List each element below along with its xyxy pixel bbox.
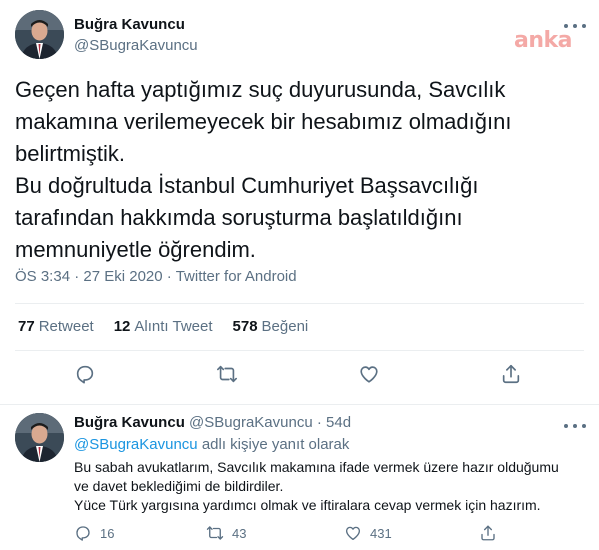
avatar[interactable] [15, 413, 64, 462]
reply-mention[interactable]: @SBugraKavuncu [74, 436, 198, 453]
tweet-text-line: tarafından hakkımda soruşturma başlatıld… [15, 205, 463, 230]
reply-icon[interactable] [74, 363, 96, 385]
reply-tweet[interactable]: Buğra Kavuncu @SBugraKavuncu · 54d @SBug… [0, 406, 599, 550]
tweet-text-line: Geçen hafta yaptığımız suç duyurusunda, … [15, 77, 506, 102]
tweet-source[interactable]: Twitter for Android [176, 268, 297, 285]
tweet-time[interactable]: ÖS 3:34 [15, 268, 70, 285]
tweet-text-line: belirtmiştik. [15, 141, 126, 166]
reply-age[interactable]: 54d [326, 414, 351, 431]
reply-reply-button[interactable]: 16 [74, 524, 114, 542]
reply-icon [76, 526, 90, 541]
retweets-count: 77 [18, 318, 35, 335]
tweet-actions [0, 363, 599, 393]
retweets-stat[interactable]: 77 Retweet [18, 318, 94, 335]
quotes-label: Alıntı Tweet [134, 318, 213, 335]
replying-to: @SBugraKavuncu adlı kişiye yanıt olarak [74, 436, 349, 453]
reply-text-line: Bu sabah avukatlarım, Savcılık makamına … [74, 459, 559, 475]
likes-count: 578 [232, 318, 258, 335]
retweet-icon[interactable] [216, 363, 238, 385]
reply-count: 16 [100, 525, 115, 541]
more-icon[interactable] [564, 420, 586, 432]
reply-separator: · [316, 414, 322, 431]
reply-author-name[interactable]: Buğra Kavuncu [74, 414, 185, 431]
tweet-stats: 77 Retweet 12 Alıntı Tweet 578 Beğeni [18, 318, 328, 335]
tweet-text-line: makamına verilemeyecek bir hesabımız olm… [15, 109, 512, 134]
tweet-text-line: Bu doğrultuda İstanbul Cumhuriyet Başsav… [15, 173, 479, 198]
reply-like-button[interactable]: 431 [344, 524, 392, 542]
retweets-label: Retweet [38, 318, 94, 335]
reply-actions: 16 43 431 [74, 524, 594, 544]
quotes-stat[interactable]: 12 Alıntı Tweet [114, 318, 213, 335]
retweet-icon [206, 526, 224, 540]
main-tweet: Buğra Kavuncu @SBugraKavuncu anka Geçen … [0, 0, 599, 405]
divider [15, 303, 584, 304]
likes-stat[interactable]: 578 Beğeni [233, 318, 309, 335]
meta-separator: · [166, 268, 172, 285]
reply-share-button[interactable] [479, 524, 505, 542]
reply-text-line: Yüce Türk yargısına yardımcı olmak ve if… [74, 497, 541, 513]
tweet-date[interactable]: 27 Eki 2020 [83, 268, 162, 285]
replying-suffix: adlı kişiye yanıt olarak [201, 436, 350, 453]
author-name[interactable]: Buğra Kavuncu [74, 16, 185, 33]
reply-text-line: ve davet beklediğimi de bildirdiler. [74, 478, 284, 494]
share-icon[interactable] [500, 363, 522, 385]
watermark: anka [514, 28, 572, 53]
divider [15, 350, 584, 351]
likes-label: Beğeni [261, 318, 309, 335]
tweet-meta: ÖS 3:34 · 27 Eki 2020 · Twitter for Andr… [15, 268, 297, 285]
tweet-text: Geçen hafta yaptığımız suç duyurusunda, … [15, 74, 590, 266]
author-handle[interactable]: @SBugraKavuncu [74, 37, 198, 54]
quotes-count: 12 [113, 318, 131, 335]
reply-author-handle[interactable]: @SBugraKavuncu [189, 414, 313, 431]
reply-header: Buğra Kavuncu @SBugraKavuncu · 54d [74, 414, 351, 431]
meta-separator: · [74, 268, 80, 285]
avatar[interactable] [15, 10, 64, 59]
tweet-text-line: memnuniyetle öğrendim. [15, 237, 256, 262]
retweet-count: 43 [232, 525, 247, 541]
like-icon[interactable] [358, 363, 380, 385]
like-icon [345, 526, 361, 541]
reply-retweet-button[interactable]: 43 [206, 524, 246, 542]
share-icon [481, 525, 495, 541]
like-count: 431 [370, 525, 392, 541]
reply-text: Bu sabah avukatlarım, Savcılık makamına … [74, 458, 589, 515]
